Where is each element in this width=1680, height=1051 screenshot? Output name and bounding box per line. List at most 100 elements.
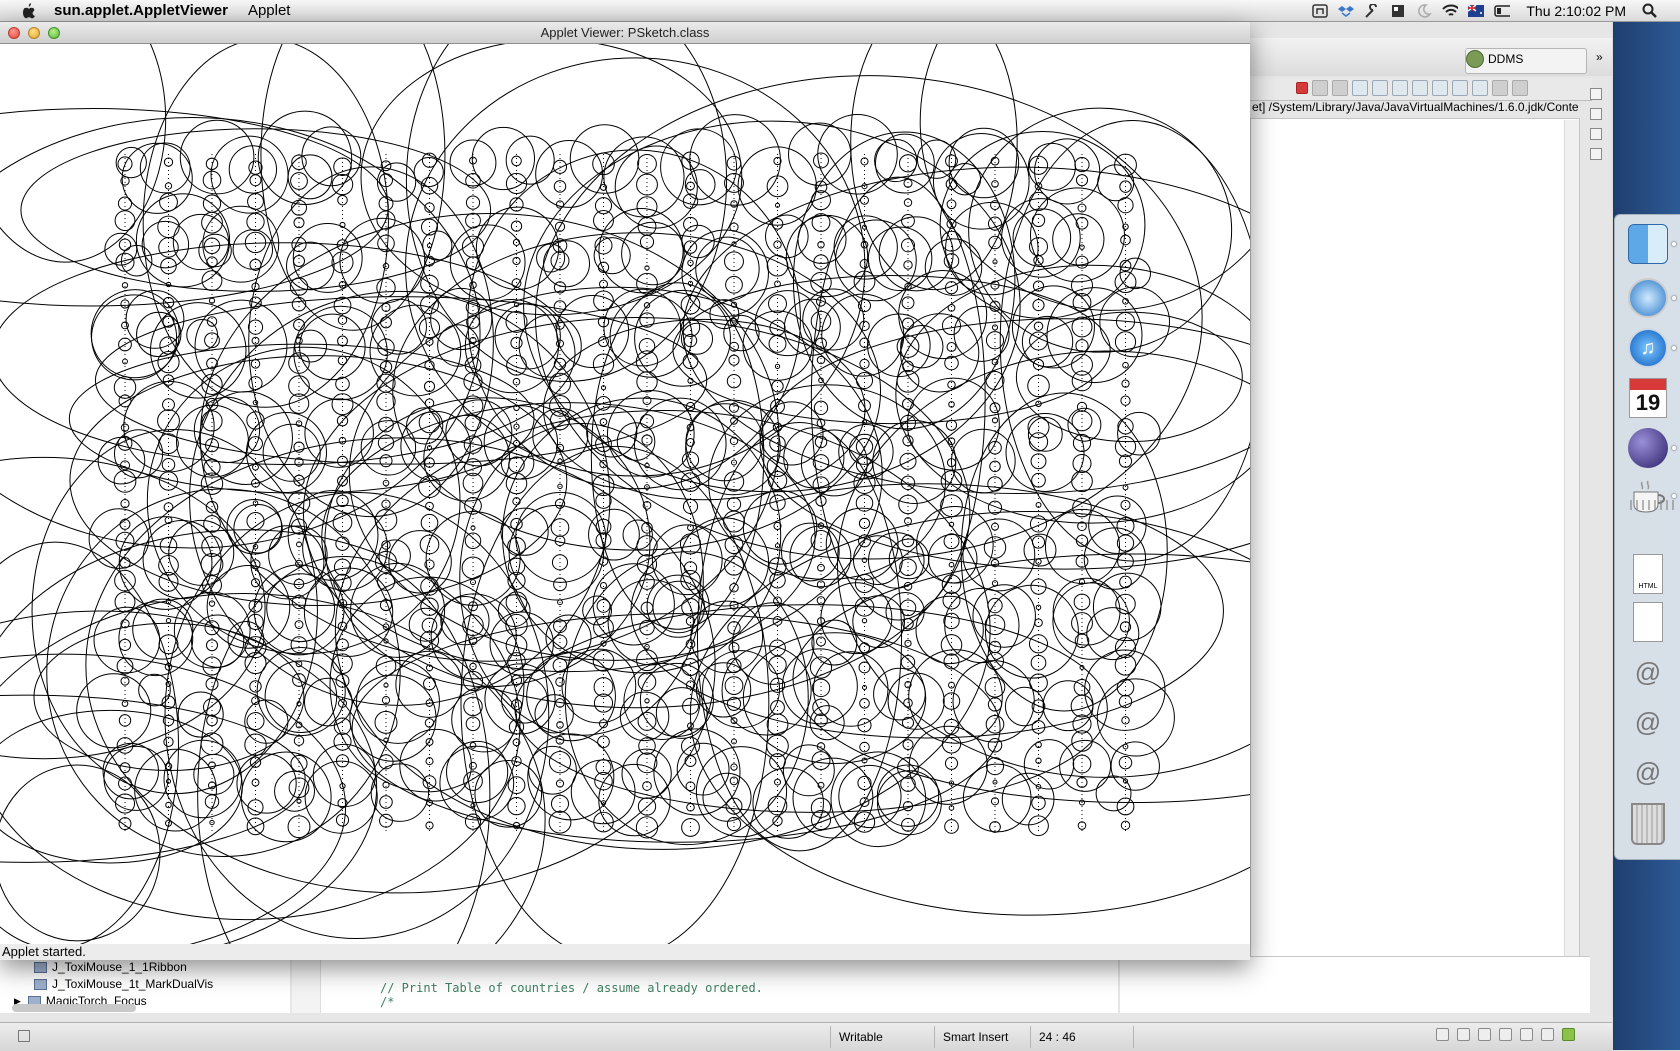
open-console-icon[interactable] bbox=[1472, 80, 1488, 96]
maximize-view-icon[interactable] bbox=[1512, 80, 1528, 96]
window-titlebar[interactable]: Applet Viewer: PSketch.class bbox=[0, 22, 1250, 44]
package-item-label: J_ToxiMouse_1t_MarkDualVis bbox=[52, 977, 214, 991]
status-writable-label: Writable bbox=[839, 1030, 883, 1044]
dock-item-mail-stack[interactable]: @ bbox=[1626, 650, 1670, 694]
package-item[interactable]: J_ToxiMouse_1t_MarkDualVis bbox=[34, 977, 213, 991]
android-icon[interactable] bbox=[1562, 1028, 1575, 1041]
running-indicator bbox=[1672, 242, 1676, 246]
applet-status: Applet started. bbox=[2, 944, 86, 959]
dropbox-icon[interactable] bbox=[1338, 4, 1355, 18]
dock-item-trash[interactable] bbox=[1626, 802, 1670, 846]
battery-icon[interactable] bbox=[1494, 4, 1511, 18]
spotlight-icon[interactable] bbox=[1642, 3, 1658, 18]
console-scrollbar[interactable] bbox=[1564, 120, 1579, 1000]
minimize-view-icon[interactable] bbox=[1492, 80, 1508, 96]
eclipse-status-bar: Writable Smart Insert 24 : 46 bbox=[0, 1022, 1612, 1051]
hierarchy-view-icon[interactable] bbox=[1590, 148, 1602, 160]
menu-extras: Thu 2:10:02 PM bbox=[1312, 0, 1680, 22]
eclipse-icon bbox=[1628, 428, 1668, 468]
dock-item-ical[interactable]: 19 bbox=[1626, 376, 1670, 420]
mail-icon[interactable] bbox=[1478, 1028, 1491, 1041]
code-line: /* bbox=[380, 995, 395, 1009]
ical-icon: 19 bbox=[1629, 378, 1667, 418]
folder-icon bbox=[34, 978, 47, 990]
app-name-menu[interactable]: sun.applet.AppletViewer bbox=[54, 2, 228, 19]
mail-stack-icon: @ bbox=[1634, 756, 1662, 787]
code-line: // Print Table of countries / assume alr… bbox=[380, 981, 763, 995]
running-indicator bbox=[1672, 494, 1676, 498]
remove-all-icon[interactable] bbox=[1332, 80, 1348, 96]
dock-item-mail-stack[interactable]: @ bbox=[1626, 700, 1670, 744]
package-item[interactable]: J_ToxiMouse_1_1Ribbon bbox=[34, 960, 187, 974]
dock-item-safari[interactable] bbox=[1626, 276, 1676, 320]
console-launch-path: et] /System/Library/Java/JavaVirtualMach… bbox=[1252, 100, 1579, 114]
restore-icon[interactable] bbox=[1541, 1028, 1554, 1041]
fast-view-icon[interactable] bbox=[18, 1030, 30, 1042]
dock-item-html-document[interactable]: HTML bbox=[1626, 552, 1670, 596]
dock-item-java[interactable] bbox=[1626, 474, 1676, 518]
side-view-toolbar bbox=[1586, 88, 1606, 160]
status-cursor-position: 24 : 46 bbox=[1030, 1026, 1134, 1048]
ddms-label: DDMS bbox=[1488, 52, 1524, 66]
status-insert-mode-label: Smart Insert bbox=[943, 1030, 1009, 1044]
itunes-icon: ♫ bbox=[1628, 328, 1668, 368]
display-icon[interactable] bbox=[1390, 4, 1406, 18]
editor-gutter bbox=[292, 957, 321, 1013]
apple-menu-icon[interactable] bbox=[18, 2, 40, 19]
history-icon[interactable] bbox=[1499, 1028, 1512, 1041]
package-explorer-scrollbar[interactable] bbox=[12, 1004, 136, 1012]
display-console-icon[interactable] bbox=[1452, 80, 1468, 96]
ddms-perspective[interactable]: DDMS bbox=[1466, 50, 1523, 68]
mail-stack-icon: @ bbox=[1634, 656, 1662, 687]
window-title: Applet Viewer: PSketch.class bbox=[540, 25, 710, 40]
dock-item-document[interactable] bbox=[1626, 600, 1670, 644]
build-icon[interactable] bbox=[1520, 1028, 1533, 1041]
show-when-output-icon[interactable] bbox=[1392, 80, 1408, 96]
restore-view-icon[interactable] bbox=[1590, 88, 1602, 100]
ddms-icon bbox=[1466, 50, 1484, 68]
restore-icon[interactable] bbox=[1436, 1028, 1449, 1041]
more-perspectives-chevron-icon[interactable]: » bbox=[1596, 50, 1603, 64]
dock-item-itunes[interactable]: ♫ bbox=[1626, 326, 1676, 370]
clear-console-icon[interactable] bbox=[1352, 80, 1368, 96]
running-indicator bbox=[1672, 296, 1676, 300]
restore-view-icon[interactable] bbox=[1590, 128, 1602, 140]
console-bottom-pane bbox=[1120, 956, 1590, 1013]
menu-bar: sun.applet.AppletViewer Applet Thu 2:10:… bbox=[0, 0, 1680, 22]
folder-icon bbox=[34, 961, 47, 973]
pin-console-icon[interactable] bbox=[1432, 80, 1448, 96]
console-output[interactable] bbox=[1250, 118, 1580, 1000]
wrench-icon[interactable] bbox=[1364, 4, 1380, 18]
running-indicator bbox=[1672, 446, 1676, 450]
terminate-icon[interactable] bbox=[1296, 82, 1308, 94]
ical-date: 19 bbox=[1635, 390, 1661, 415]
scroll-lock-icon[interactable] bbox=[1372, 80, 1388, 96]
package-item-label: J_ToxiMouse_1_1Ribbon bbox=[52, 960, 187, 974]
wifi-icon[interactable] bbox=[1442, 4, 1459, 18]
status-position-label: 24 : 46 bbox=[1039, 1030, 1076, 1044]
applet-canvas[interactable] bbox=[0, 44, 1250, 944]
dock-separator bbox=[1630, 500, 1674, 510]
network-icon[interactable] bbox=[1312, 4, 1329, 18]
show-when-error-icon[interactable] bbox=[1412, 80, 1428, 96]
document-icon bbox=[1633, 602, 1663, 642]
tasks-icon[interactable] bbox=[1457, 1028, 1470, 1041]
status-tray bbox=[1436, 1028, 1575, 1041]
dock-item-mail-stack[interactable]: @ bbox=[1626, 750, 1670, 794]
remove-launch-icon[interactable] bbox=[1312, 80, 1328, 96]
running-indicator bbox=[1672, 346, 1676, 350]
menu-clock[interactable]: Thu 2:10:02 PM bbox=[1526, 3, 1626, 19]
finder-icon bbox=[1628, 224, 1668, 264]
status-writable: Writable bbox=[830, 1026, 934, 1048]
applet-menu[interactable]: Applet bbox=[248, 2, 291, 19]
safari-icon bbox=[1628, 278, 1668, 318]
code-editor[interactable]: // Print Table of countries / assume alr… bbox=[292, 956, 1118, 1013]
flag-australia-icon[interactable] bbox=[1468, 4, 1485, 18]
moon-icon[interactable] bbox=[1416, 4, 1432, 18]
dock-item-eclipse[interactable] bbox=[1626, 426, 1676, 470]
dock-item-finder[interactable] bbox=[1626, 222, 1676, 266]
mail-stack-icon: @ bbox=[1634, 706, 1662, 737]
applet-viewer-window: Applet Viewer: PSketch.class Applet star… bbox=[0, 22, 1250, 960]
outline-view-icon[interactable] bbox=[1590, 108, 1602, 120]
status-insert-mode: Smart Insert bbox=[934, 1026, 1030, 1048]
